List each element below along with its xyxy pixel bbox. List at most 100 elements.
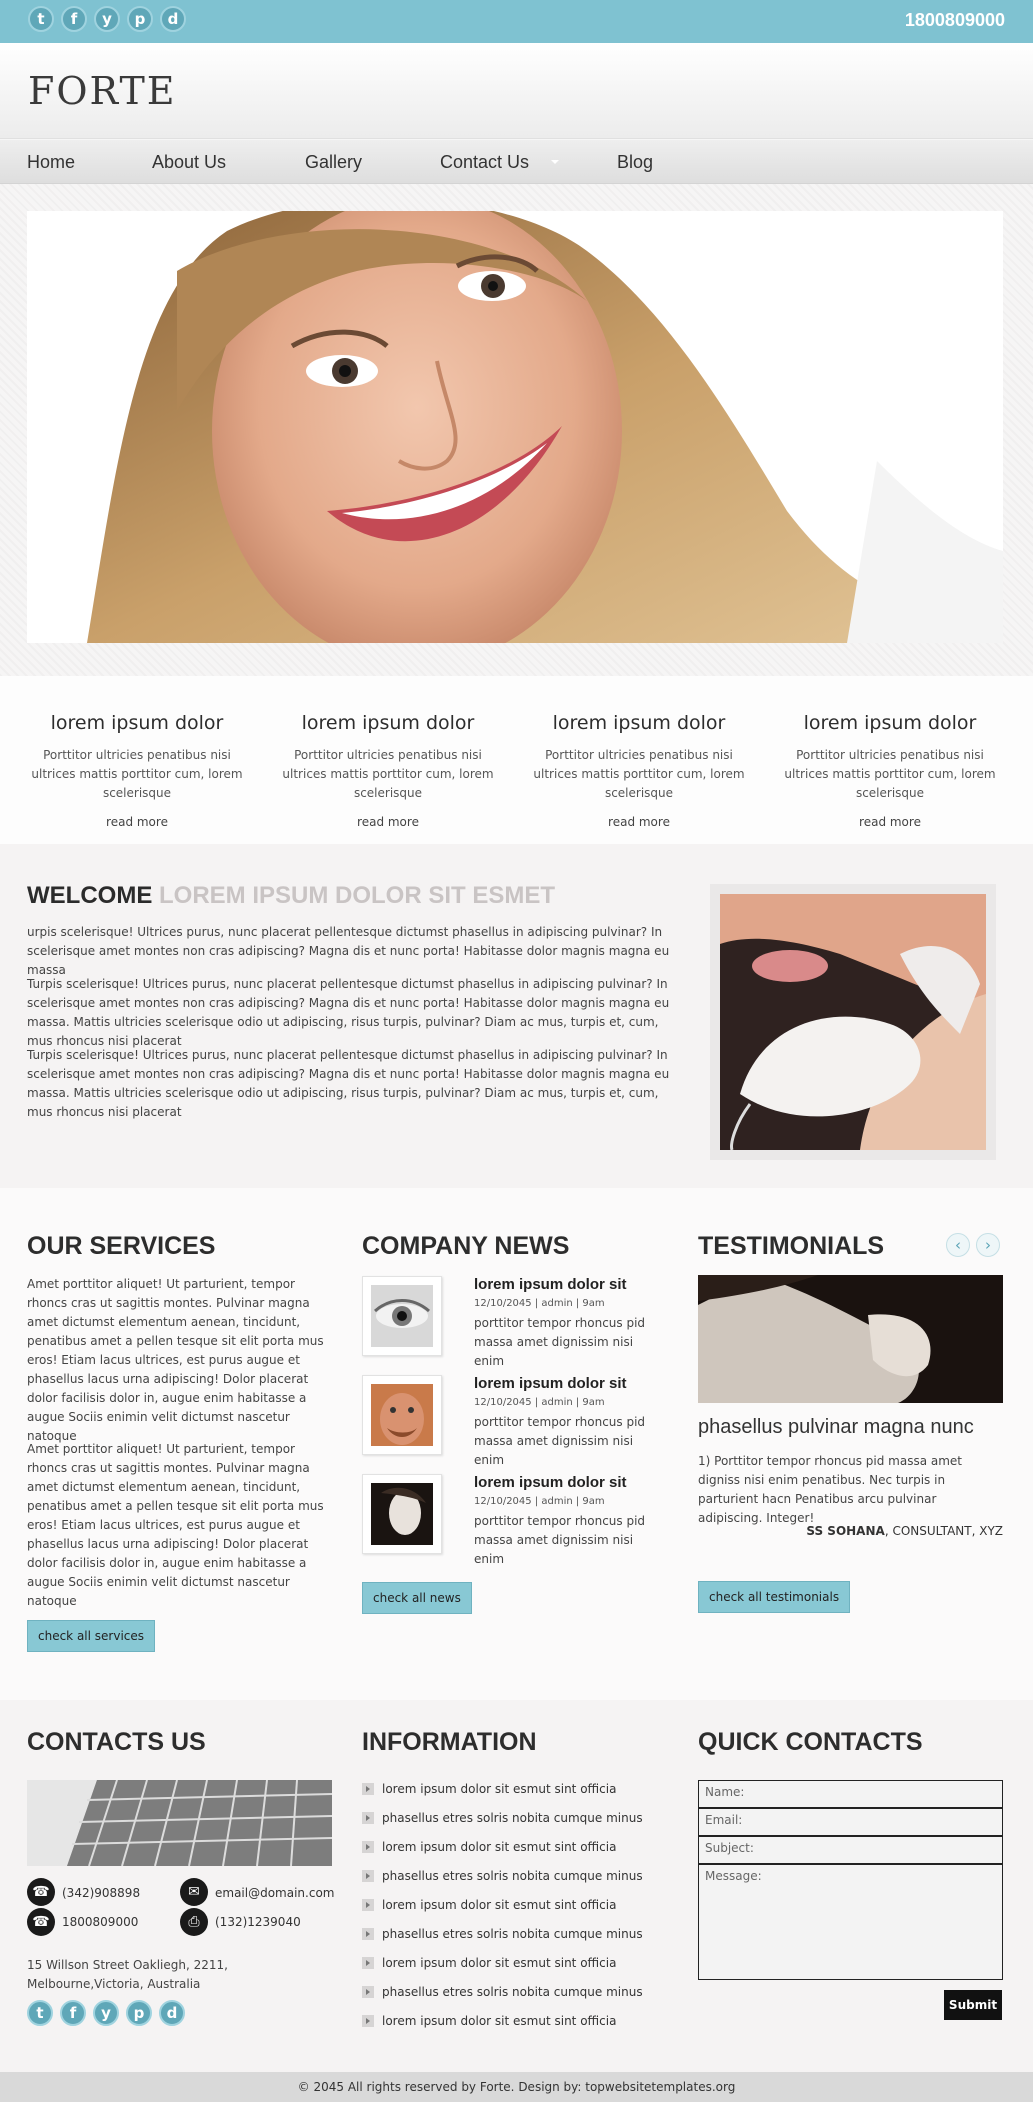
news-thumbnail [362, 1375, 442, 1455]
info-link[interactable]: phasellus etres solris nobita cumque min… [362, 1869, 643, 1883]
nav-home[interactable]: Home [27, 152, 75, 173]
info-link-label: phasellus etres solris nobita cumque min… [382, 1869, 643, 1883]
bullet-arrow-icon [362, 1899, 374, 1911]
feature-text: Porttitor ultricies penatibus nisi ultri… [533, 748, 745, 800]
facebook-icon[interactable]: f [60, 2000, 86, 2026]
twitter-icon[interactable]: t [27, 2000, 53, 2026]
testimonial-author: SS SOHANA [806, 1524, 885, 1538]
welcome-section: WELCOME LOREM IPSUM DOLOR SIT ESMET urpi… [0, 844, 1033, 1188]
news-title: COMPANY NEWS [362, 1232, 570, 1260]
nav-blog[interactable]: Blog [617, 152, 653, 173]
info-link[interactable]: phasellus etres solris nobita cumque min… [362, 1985, 643, 1999]
contact-email[interactable]: email@domain.com [215, 1886, 334, 1900]
submit-button[interactable]: Submit [944, 1990, 1002, 2020]
site-logo[interactable]: FORTE [28, 69, 177, 113]
feature-text: Porttitor ultricies penatibus nisi ultri… [31, 748, 243, 800]
welcome-photo [720, 894, 986, 1150]
bullet-arrow-icon [362, 1812, 374, 1824]
feature-card: lorem ipsum dolor Porttitor ultricies pe… [529, 712, 749, 829]
three-column-section: OUR SERVICES Amet porttitor aliquet! Ut … [0, 1188, 1033, 1700]
welcome-paragraph: urpis scelerisque! Ultrices purus, nunc … [27, 925, 670, 977]
welcome-title-light: LOREM IPSUM DOLOR SIT ESMET [159, 882, 556, 909]
info-link[interactable]: phasellus etres solris nobita cumque min… [362, 1927, 643, 1941]
youtube-icon[interactable]: y [93, 2000, 119, 2026]
contact-fax: (132)1239040 [215, 1915, 301, 1929]
news-item[interactable]: lorem ipsum dolor sit 12/10/2045 | admin… [362, 1375, 662, 1467]
info-link-label: phasellus etres solris nobita cumque min… [382, 1927, 643, 1941]
quick-contacts-title: QUICK CONTACTS [698, 1728, 923, 1756]
bullet-arrow-icon [362, 1783, 374, 1795]
news-item[interactable]: lorem ipsum dolor sit 12/10/2045 | admin… [362, 1474, 662, 1566]
news-thumbnail [362, 1276, 442, 1356]
feature-title: lorem ipsum dolor [50, 712, 224, 734]
email-field[interactable]: Email: [698, 1808, 1003, 1836]
site-header: FORTE [0, 43, 1033, 139]
news-thumbnail [362, 1474, 442, 1554]
news-meta: 12/10/2045 | admin | 9am [474, 1298, 605, 1309]
info-link[interactable]: lorem ipsum dolor sit esmut sint officia [362, 1840, 616, 1854]
contact-phone-2: 1800809000 [62, 1915, 139, 1929]
nav-contact-us[interactable]: Contact Us [440, 152, 529, 173]
read-more-link[interactable]: read more [529, 815, 749, 829]
contact-phone: (342)908898 [62, 1886, 141, 1900]
nav-about-us[interactable]: About Us [152, 152, 226, 173]
name-field[interactable]: Name: [698, 1780, 1003, 1808]
message-field[interactable]: Message: [698, 1864, 1003, 1980]
info-link[interactable]: phasellus etres solris nobita cumque min… [362, 1811, 643, 1825]
testimonial-text: 1) Porttitor tempor rhoncus pid massa am… [698, 1454, 963, 1525]
info-link-label: phasellus etres solris nobita cumque min… [382, 1811, 643, 1825]
youtube-icon[interactable]: y [94, 6, 120, 32]
info-link[interactable]: lorem ipsum dolor sit esmut sint officia [362, 1956, 616, 1970]
news-item[interactable]: lorem ipsum dolor sit 12/10/2045 | admin… [362, 1276, 662, 1368]
top-phone-number: 1800809000 [904, 10, 1005, 30]
info-link[interactable]: lorem ipsum dolor sit esmut sint officia [362, 1782, 616, 1796]
services-paragraph: Amet porttitor aliquet! Ut parturient, t… [27, 1277, 324, 1443]
info-link[interactable]: lorem ipsum dolor sit esmut sint officia [362, 2014, 616, 2028]
feature-text: Porttitor ultricies penatibus nisi ultri… [282, 748, 494, 800]
check-all-news-button[interactable]: check all news [362, 1582, 472, 1614]
nav-gallery[interactable]: Gallery [305, 152, 362, 173]
news-headline[interactable]: lorem ipsum dolor sit [474, 1276, 627, 1293]
feature-title: lorem ipsum dolor [803, 712, 977, 734]
welcome-photo-frame [710, 884, 996, 1160]
news-meta: 12/10/2045 | admin | 9am [474, 1397, 605, 1408]
info-link-label: lorem ipsum dolor sit esmut sint officia [382, 1840, 617, 1854]
info-link[interactable]: lorem ipsum dolor sit esmut sint officia [362, 1898, 616, 1912]
testimonial-signature: SS SOHANA, CONSULTANT, XYZ [806, 1524, 1003, 1538]
testimonial-role: , CONSULTANT, XYZ [884, 1524, 1003, 1538]
pinterest-icon[interactable]: p [126, 2000, 152, 2026]
bullet-arrow-icon [362, 2015, 374, 2027]
bullet-arrow-icon [362, 1870, 374, 1882]
phone-icon: ☎ [27, 1878, 55, 1906]
next-arrow-icon[interactable]: › [976, 1233, 1000, 1257]
services-paragraph: Amet porttitor aliquet! Ut parturient, t… [27, 1442, 324, 1608]
check-all-services-button[interactable]: check all services [27, 1620, 156, 1652]
hero-image [27, 211, 1003, 643]
read-more-link[interactable]: read more [780, 815, 1000, 829]
info-link-label: lorem ipsum dolor sit esmut sint officia [382, 2014, 617, 2028]
prev-arrow-icon[interactable]: ‹ [946, 1233, 970, 1257]
digg-icon[interactable]: d [160, 6, 186, 32]
bullet-arrow-icon [362, 1957, 374, 1969]
news-headline[interactable]: lorem ipsum dolor sit [474, 1474, 627, 1491]
pinterest-icon[interactable]: p [127, 6, 153, 32]
feature-title: lorem ipsum dolor [301, 712, 475, 734]
news-headline[interactable]: lorem ipsum dolor sit [474, 1375, 627, 1392]
feature-title: lorem ipsum dolor [552, 712, 726, 734]
digg-icon[interactable]: d [159, 2000, 185, 2026]
welcome-paragraph: Turpis scelerisque! Ultrices purus, nunc… [27, 977, 670, 1048]
read-more-link[interactable]: read more [278, 815, 498, 829]
testimonial-heading: phasellus pulvinar magna nunc [698, 1416, 974, 1438]
read-more-link[interactable]: read more [27, 815, 247, 829]
check-all-testimonials-button[interactable]: check all testimonials [698, 1581, 851, 1613]
bullet-arrow-icon [362, 1841, 374, 1853]
welcome-title: WELCOME LOREM IPSUM DOLOR SIT ESMET [27, 882, 555, 910]
news-meta: 12/10/2045 | admin | 9am [474, 1496, 605, 1507]
subject-field[interactable]: Subject: [698, 1836, 1003, 1864]
site-footer: © 2045 All rights reserved by Forte. Des… [0, 2072, 1033, 2102]
building-image [27, 1780, 332, 1866]
twitter-icon[interactable]: t [28, 6, 54, 32]
mobile-icon: ☎ [27, 1908, 55, 1936]
facebook-icon[interactable]: f [61, 6, 87, 32]
info-link-label: lorem ipsum dolor sit esmut sint officia [382, 1956, 617, 1970]
